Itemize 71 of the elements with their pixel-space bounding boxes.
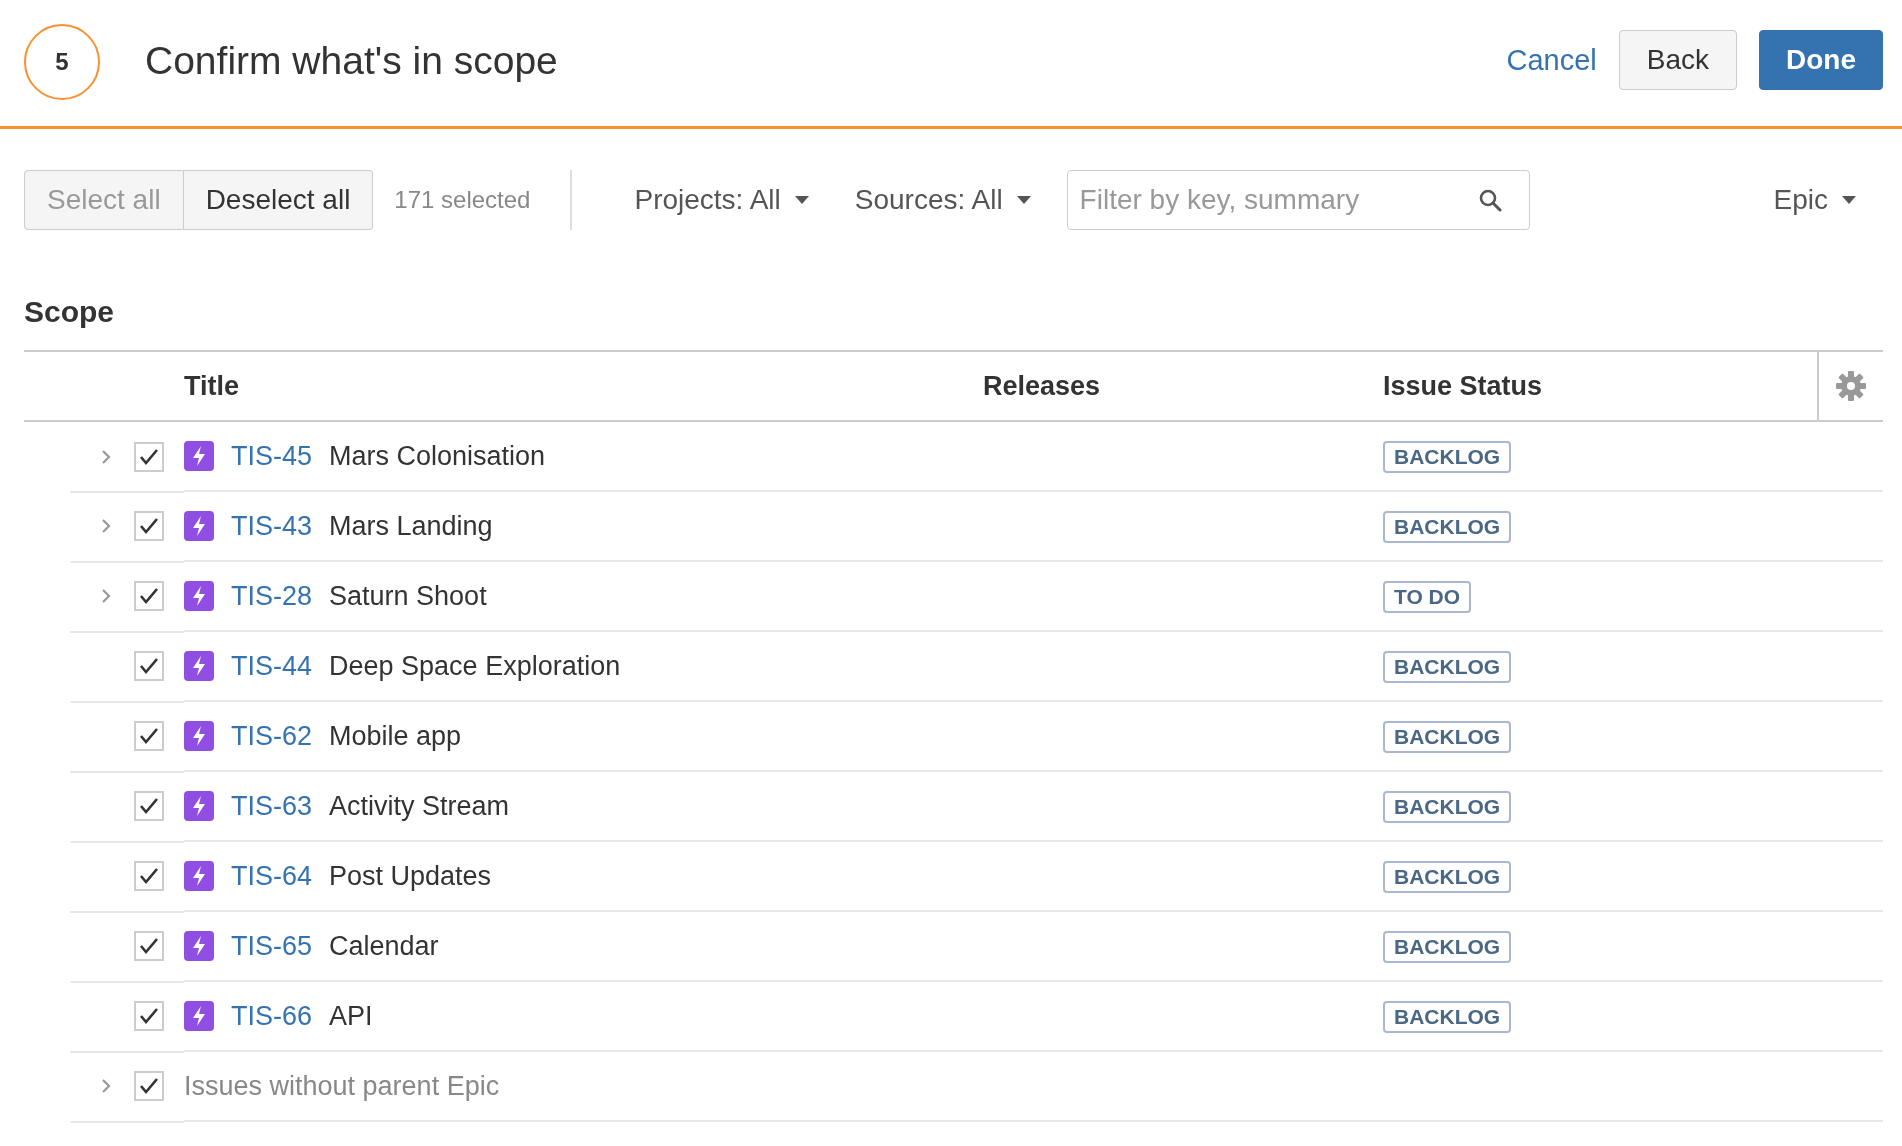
issue-summary: API	[329, 1000, 373, 1032]
status-lozenge: BACKLOG	[1383, 860, 1512, 893]
epic-lightning-icon	[184, 581, 214, 611]
issue-key-link[interactable]: TIS-62	[231, 720, 313, 752]
checkbox[interactable]	[134, 511, 164, 541]
caret-icon	[1842, 196, 1856, 204]
selected-count: 171 selected	[394, 186, 531, 214]
status-lozenge: BACKLOG	[1383, 930, 1512, 963]
group-by-dropdown[interactable]: Epic	[1753, 184, 1876, 216]
issue-key-link[interactable]: TIS-45	[231, 440, 313, 472]
issue-key-link[interactable]: TIS-63	[231, 790, 313, 822]
checkbox[interactable]	[134, 791, 164, 821]
issue-summary: Mobile app	[329, 720, 462, 752]
issue-summary: Activity Stream	[329, 790, 510, 822]
status-lozenge: BACKLOG	[1383, 650, 1512, 683]
checkbox[interactable]	[134, 581, 164, 611]
caret-icon	[1016, 196, 1031, 204]
checkbox[interactable]	[134, 1071, 164, 1101]
column-header: Title	[184, 370, 239, 401]
status-lozenge: BACKLOG	[1383, 790, 1512, 823]
settings-icon[interactable]	[1835, 370, 1867, 403]
filter-dropdown[interactable]: Sources: All	[834, 184, 1051, 216]
group-label: Issues without parent Epic	[184, 1070, 500, 1101]
issue-key-link[interactable]: TIS-66	[231, 1000, 313, 1032]
status-lozenge: TO DO	[1383, 580, 1472, 613]
epic-lightning-icon	[184, 861, 214, 891]
column-header: Issue Status	[1383, 370, 1543, 401]
status-lozenge: BACKLOG	[1383, 1000, 1512, 1033]
expand-chevron-icon[interactable]	[100, 587, 112, 605]
section-heading: Scope	[24, 294, 116, 330]
status-lozenge: BACKLOG	[1383, 440, 1512, 473]
issue-key-link[interactable]: TIS-65	[231, 930, 313, 962]
epic-lightning-icon	[184, 1001, 214, 1031]
checkbox[interactable]	[134, 651, 164, 681]
page-title: Confirm what's in scope	[145, 39, 559, 83]
epic-lightning-icon	[184, 651, 214, 681]
issue-key-link[interactable]: TIS-64	[231, 860, 313, 892]
epic-lightning-icon	[184, 511, 214, 541]
back-button[interactable]: Back	[1618, 30, 1737, 90]
checkbox[interactable]	[134, 721, 164, 751]
issue-key-link[interactable]: TIS-44	[231, 650, 313, 682]
issue-summary: Saturn Shoot	[329, 580, 487, 612]
checkbox[interactable]	[134, 931, 164, 961]
checkbox[interactable]	[134, 861, 164, 891]
issue-key-link[interactable]: TIS-43	[231, 510, 313, 542]
expand-chevron-icon[interactable]	[100, 447, 112, 466]
deselect-all-button[interactable]: Deselect all	[183, 170, 374, 230]
search-icon	[1477, 188, 1502, 212]
expand-chevron-icon[interactable]	[100, 517, 112, 535]
issue-summary: Mars Landing	[329, 510, 493, 542]
epic-lightning-icon	[184, 721, 214, 751]
epic-lightning-icon	[184, 791, 214, 821]
status-lozenge: BACKLOG	[1383, 510, 1512, 543]
filter-dropdown[interactable]: Projects: All	[614, 184, 829, 216]
caret-icon	[794, 196, 809, 204]
expand-chevron-icon[interactable]	[100, 1077, 112, 1095]
step-number: 5	[24, 24, 100, 100]
issue-key-link[interactable]: TIS-28	[231, 580, 313, 612]
column-header: Releases	[983, 370, 1101, 401]
checkbox[interactable]	[134, 1001, 164, 1031]
issue-summary: Calendar	[329, 930, 439, 962]
cancel-link[interactable]: Cancel	[1506, 43, 1597, 77]
issue-summary: Deep Space Exploration	[329, 650, 621, 682]
search-field[interactable]: Filter by key, summary	[1066, 170, 1530, 230]
issue-summary: Mars Colonisation	[329, 440, 546, 472]
issue-summary: Post Updates	[329, 860, 492, 892]
checkbox[interactable]	[134, 441, 164, 472]
epic-lightning-icon	[184, 441, 214, 471]
status-lozenge: BACKLOG	[1383, 720, 1512, 753]
epic-lightning-icon	[184, 931, 214, 961]
done-button[interactable]: Done	[1759, 30, 1883, 90]
